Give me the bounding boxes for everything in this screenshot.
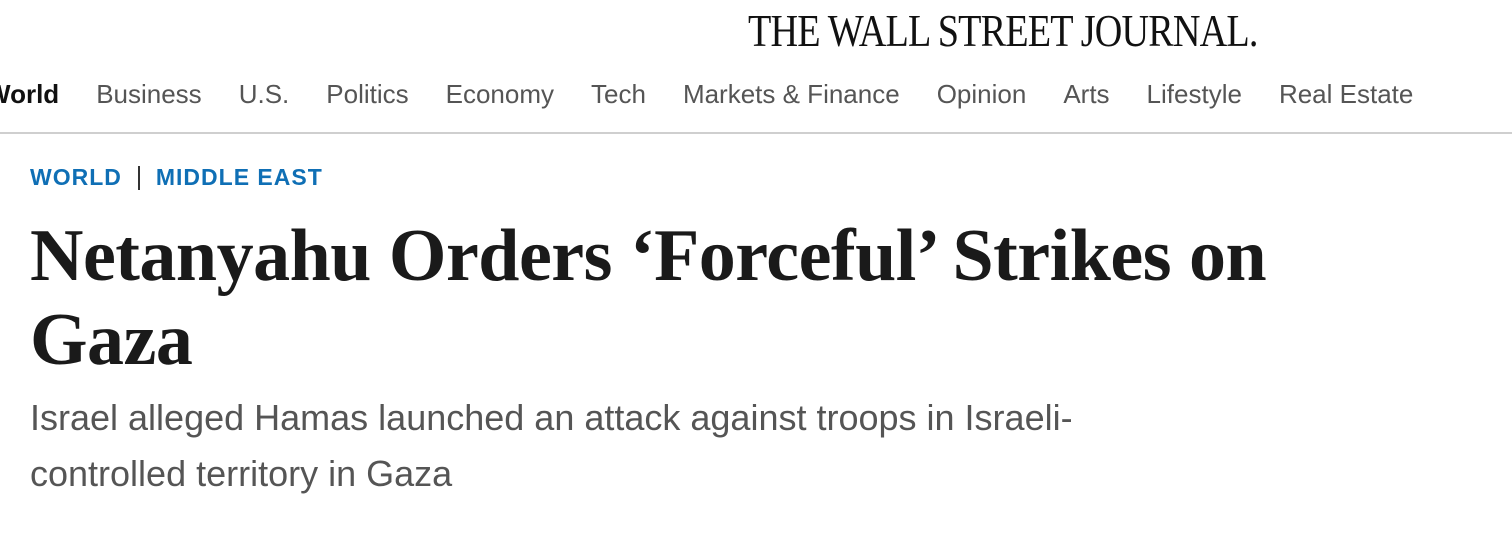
nav-item-tech[interactable]: Tech	[591, 79, 646, 110]
breadcrumb: WORLD MIDDLE EAST	[30, 164, 323, 191]
article-headline: Netanyahu Orders ‘Forceful’ Strikes on G…	[30, 215, 1267, 381]
nav-item-lifestyle[interactable]: Lifestyle	[1147, 79, 1242, 110]
nav-item-markets-finance[interactable]: Markets & Finance	[683, 79, 900, 110]
breadcrumb-separator	[137, 165, 140, 190]
nav-item-opinion[interactable]: Opinion	[937, 79, 1027, 110]
nav-item-real-estate[interactable]: Real Estate	[1279, 79, 1413, 110]
nav-item-us[interactable]: U.S.	[239, 79, 290, 110]
nav-item-world[interactable]: World	[0, 79, 59, 110]
nav-divider	[0, 132, 1512, 134]
nav-item-business[interactable]: Business	[96, 79, 202, 110]
breadcrumb-subsection-link[interactable]: MIDDLE EAST	[156, 164, 323, 191]
nav-item-politics[interactable]: Politics	[326, 79, 408, 110]
masthead-title[interactable]: THE WALL STREET JOURNAL.	[748, 4, 1258, 57]
nav-item-arts[interactable]: Arts	[1063, 79, 1109, 110]
masthead-logo[interactable]: THE WALL STREET JOURNAL.	[748, 4, 1362, 56]
breadcrumb-section-link[interactable]: WORLD	[30, 164, 122, 191]
nav-item-economy[interactable]: Economy	[446, 79, 554, 110]
article-dek: Israel alleged Hamas launched an attack …	[30, 397, 1073, 494]
section-nav: World Business U.S. Politics Economy Tec…	[0, 72, 1450, 116]
